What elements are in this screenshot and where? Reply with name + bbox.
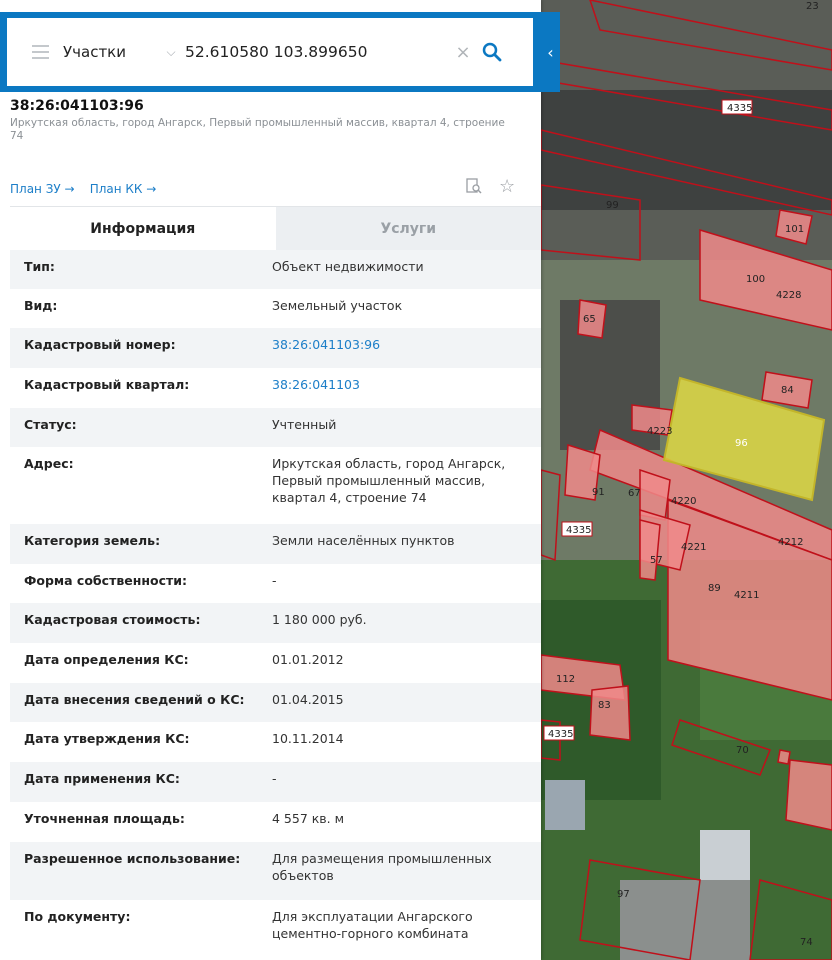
document-search-icon[interactable] (466, 178, 482, 198)
table-row: Дата определения КС: 01.01.2012 (10, 643, 541, 683)
map-label: 89 (708, 583, 721, 594)
map-label: 83 (598, 700, 611, 711)
table-row: По документу: Для эксплуатации Ангарского… (10, 900, 541, 960)
table-row: Кадастровый квартал: 38:26:041103 (10, 368, 541, 408)
search-bar-wrapper: Участки ⌵ × (0, 0, 560, 94)
row-label: Категория земель: (24, 533, 161, 548)
row-value: Для размещения промышленных объектов (272, 851, 492, 883)
row-value: - (272, 771, 277, 786)
map-label: 57 (650, 555, 663, 566)
row-label: Кадастровый квартал: (24, 377, 190, 392)
row-value: 4 557 кв. м (272, 811, 345, 826)
table-row: Дата применения КС: - (10, 762, 541, 802)
map-label: 4228 (776, 290, 801, 301)
row-label: Кадастровый номер: (24, 337, 176, 352)
row-label: Статус: (24, 417, 77, 432)
plan-links: План ЗУ → План КК → ☆ (10, 176, 531, 198)
row-value: 01.04.2015 (272, 692, 344, 707)
table-row: Тип: Объект недвижимости (10, 250, 541, 289)
row-value: Иркутская область, город Ангарск, Первый… (272, 456, 506, 505)
layer-select[interactable]: Участки (63, 43, 157, 61)
search-box: Участки ⌵ × (7, 18, 533, 86)
map-label: 4335 (566, 525, 591, 536)
tab-services[interactable]: Услуги (275, 207, 541, 250)
object-title: 38:26:041103:96 (10, 98, 144, 114)
tab-information[interactable]: Информация (10, 207, 276, 250)
table-row: Адрес: Иркутская область, город Ангарск, … (10, 447, 541, 524)
table-row: Вид: Земельный участок (10, 289, 541, 328)
plan-kk-link[interactable]: План КК → (90, 182, 157, 196)
map-label: 4335 (548, 729, 573, 740)
row-label: Дата внесения сведений о КС: (24, 692, 245, 707)
row-label: Форма собственности: (24, 573, 187, 588)
map-label: 84 (781, 385, 794, 396)
row-label: Тип: (24, 259, 55, 274)
row-value: - (272, 573, 277, 588)
menu-icon[interactable] (17, 18, 63, 86)
map-label: 74 (800, 937, 813, 948)
map-label: 23 (806, 1, 819, 12)
info-panel: Участки ⌵ × ‹ 38:26:041103:96 Иркутская … (0, 0, 560, 960)
map-label: 70 (736, 745, 749, 756)
map-label: 4211 (734, 590, 759, 601)
search-icon[interactable] (477, 37, 507, 67)
row-label: Дата утверждения КС: (24, 731, 190, 746)
row-value: Учтенный (272, 417, 337, 432)
map-label: 97 (617, 889, 630, 900)
row-label: Кадастровая стоимость: (24, 612, 201, 627)
row-label: Адрес: (24, 456, 74, 471)
chevron-down-icon[interactable]: ⌵ (157, 45, 185, 60)
row-label: Вид: (24, 298, 58, 313)
row-value: Земельный участок (272, 298, 403, 313)
row-label: Уточненная площадь: (24, 811, 185, 826)
map-label: 96 (735, 438, 748, 449)
map-label: 4221 (681, 542, 706, 553)
row-value: Объект недвижимости (272, 259, 424, 274)
row-label: Разрешенное использование: (24, 851, 241, 866)
table-row: Кадастровая стоимость: 1 180 000 руб. (10, 603, 541, 643)
parcel-block (785, 759, 832, 831)
table-row: Кадастровый номер: 38:26:041103:96 (10, 328, 541, 368)
row-value: Для эксплуатации Ангарского цементно-гор… (272, 909, 473, 941)
map-label: 4223 (647, 426, 672, 437)
plan-zu-link[interactable]: План ЗУ → (10, 182, 75, 196)
object-address: Иркутская область, город Ангарск, Первый… (10, 117, 505, 142)
row-label: По документу: (24, 909, 131, 924)
parcel-83 (589, 685, 631, 741)
table-row: Статус: Учтенный (10, 408, 541, 447)
tab-bar: Информация Услуги (10, 206, 541, 250)
map-label: 67 (628, 488, 641, 499)
object-header: 38:26:041103:96 Иркутская область, город… (10, 98, 530, 143)
row-value: Земли населённых пунктов (272, 533, 455, 548)
row-value: 01.01.2012 (272, 652, 344, 667)
search-frame: Участки ⌵ × (0, 12, 560, 92)
row-label: Дата применения КС: (24, 771, 180, 786)
map-label: 101 (785, 224, 804, 235)
row-value-link[interactable]: 38:26:041103:96 (272, 336, 532, 368)
map-label: 4335 (727, 103, 752, 114)
map-label: 4220 (671, 496, 696, 507)
table-row: Категория земель: Земли населённых пункто… (10, 524, 541, 564)
clear-icon[interactable]: × (449, 42, 477, 63)
map-label: 4212 (778, 537, 803, 548)
map-label: 112 (556, 674, 575, 685)
search-input[interactable] (185, 43, 445, 61)
table-row: Дата утверждения КС: 10.11.2014 (10, 722, 541, 762)
row-value-link[interactable]: 38:26:041103 (272, 376, 532, 408)
table-row: Дата внесения сведений о КС: 01.04.2015 (10, 683, 541, 722)
map-label: 100 (746, 274, 765, 285)
map-label: 65 (583, 314, 596, 325)
row-label: Дата определения КС: (24, 652, 189, 667)
star-icon[interactable]: ☆ (499, 176, 515, 197)
row-value: 10.11.2014 (272, 731, 344, 746)
table-row: Уточненная площадь: 4 557 кв. м (10, 802, 541, 842)
map-label: 91 (592, 487, 605, 498)
table-row: Форма собственности: - (10, 564, 541, 603)
attributes-table: Тип: Объект недвижимости Вид: Земельный уча… (10, 250, 541, 960)
map-label: 99 (606, 200, 619, 211)
table-row: Разрешенное использование: Для размещения… (10, 842, 541, 900)
collapse-panel-icon[interactable]: ‹ (541, 12, 560, 92)
row-value: 1 180 000 руб. (272, 612, 367, 627)
